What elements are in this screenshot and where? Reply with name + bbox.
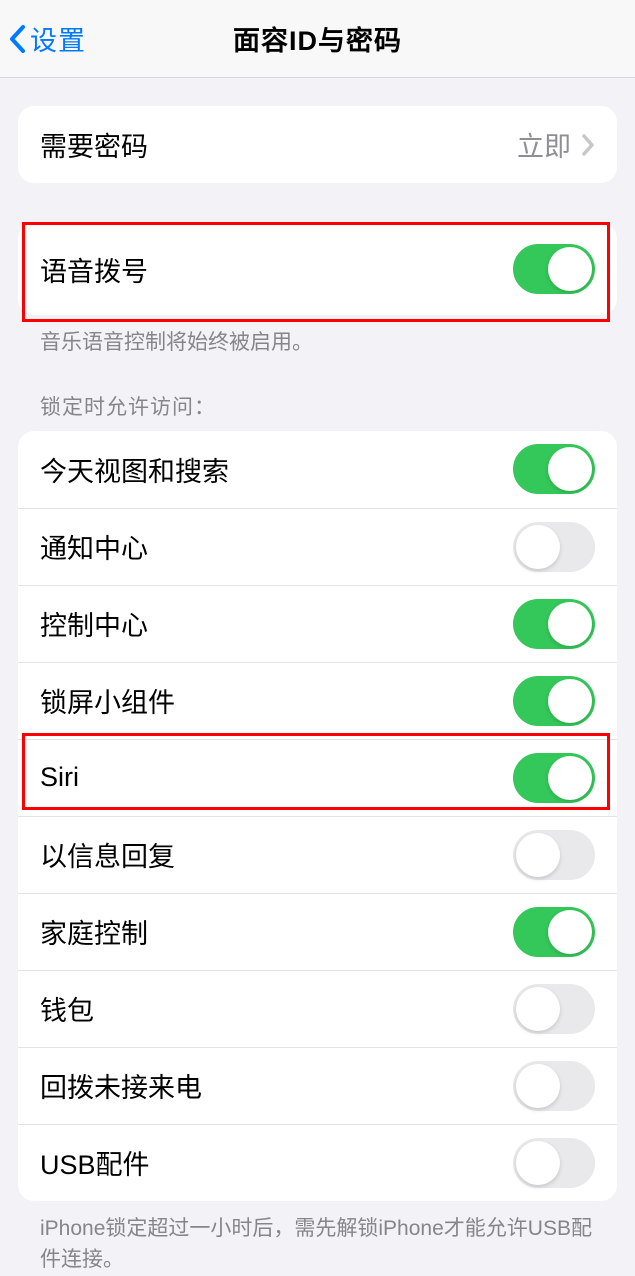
- lock-access-row: 控制中心: [18, 585, 617, 662]
- lock-access-item-label: 家庭控制: [40, 912, 148, 951]
- voice-dial-label: 语音拨号: [40, 250, 148, 289]
- nav-header: 设置 面容ID与密码: [0, 0, 635, 78]
- lock-access-toggle[interactable]: [513, 907, 595, 957]
- lock-access-footer: iPhone锁定超过一小时后，需先解锁iPhone才能允许USB配件连接。: [18, 1201, 617, 1276]
- lock-access-item-label: USB配件: [40, 1143, 150, 1182]
- lock-access-toggle[interactable]: [513, 599, 595, 649]
- require-passcode-group: 需要密码 立即: [18, 106, 617, 183]
- lock-access-row: 回拨未接来电: [18, 1047, 617, 1124]
- lock-access-item-label: 锁屏小组件: [40, 681, 175, 720]
- require-passcode-value: 立即: [517, 125, 571, 164]
- lock-access-toggle[interactable]: [513, 444, 595, 494]
- lock-access-toggle[interactable]: [513, 984, 595, 1034]
- lock-access-item-label: 钱包: [40, 989, 94, 1028]
- lock-access-item-label: 今天视图和搜索: [40, 450, 229, 489]
- lock-access-header: 锁定时允许访问：: [18, 359, 617, 431]
- page-title: 面容ID与密码: [0, 19, 635, 58]
- lock-access-item-label: 通知中心: [40, 527, 148, 566]
- lock-access-row: 家庭控制: [18, 893, 617, 970]
- lock-access-row: 以信息回复: [18, 816, 617, 893]
- require-passcode-label: 需要密码: [40, 125, 148, 164]
- lock-access-item-label: Siri: [40, 762, 79, 793]
- back-button[interactable]: 设置: [8, 19, 86, 58]
- lock-access-row: Siri: [18, 739, 617, 816]
- lock-access-row: 钱包: [18, 970, 617, 1047]
- lock-access-toggle[interactable]: [513, 676, 595, 726]
- lock-access-item-label: 回拨未接来电: [40, 1066, 202, 1105]
- lock-access-row: 通知中心: [18, 508, 617, 585]
- lock-access-toggle[interactable]: [513, 830, 595, 880]
- lock-access-item-label: 以信息回复: [40, 835, 175, 874]
- voice-dial-toggle[interactable]: [513, 244, 595, 294]
- chevron-right-icon: [581, 133, 595, 157]
- back-label: 设置: [30, 19, 86, 58]
- require-passcode-row[interactable]: 需要密码 立即: [18, 106, 617, 183]
- chevron-left-icon: [8, 24, 26, 54]
- lock-access-item-label: 控制中心: [40, 604, 148, 643]
- lock-access-toggle[interactable]: [513, 522, 595, 572]
- voice-dial-footer: 音乐语音控制将始终被启用。: [18, 315, 617, 359]
- lock-access-group: 今天视图和搜索通知中心控制中心锁屏小组件 Siri 以信息回复家庭控制钱包回拨未接来…: [18, 431, 617, 1201]
- lock-access-row: 今天视图和搜索: [18, 431, 617, 508]
- voice-dial-group: 语音拨号: [18, 223, 617, 315]
- lock-access-toggle[interactable]: [513, 1061, 595, 1111]
- lock-access-row: 锁屏小组件: [18, 662, 617, 739]
- voice-dial-row: 语音拨号: [18, 223, 617, 315]
- lock-access-toggle[interactable]: [513, 753, 595, 803]
- lock-access-toggle[interactable]: [513, 1138, 595, 1188]
- lock-access-row: USB配件: [18, 1124, 617, 1201]
